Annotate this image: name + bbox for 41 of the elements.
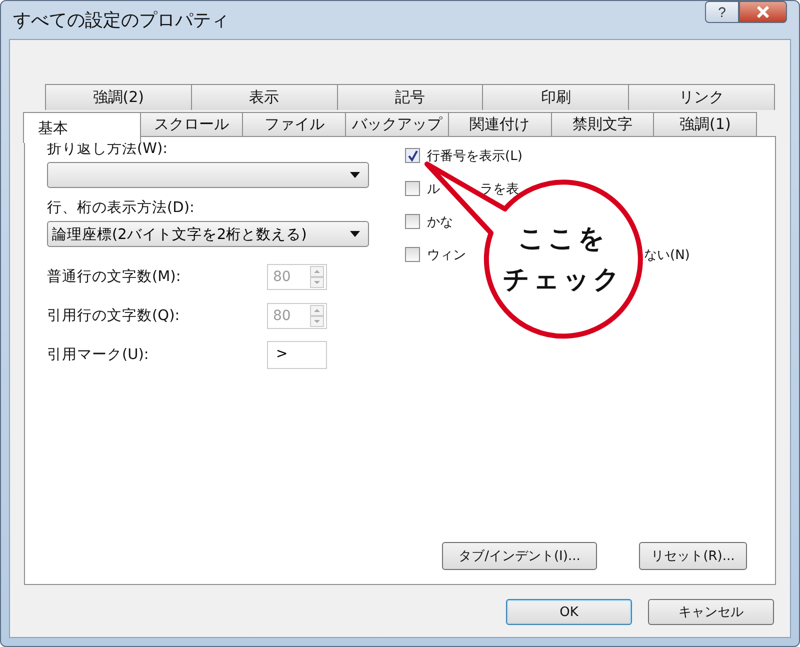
- tab[interactable]: 表示: [190, 84, 338, 110]
- checkbox-label: かな: [427, 214, 453, 230]
- field-label: 行、桁の表示方法(D):: [47, 198, 196, 217]
- checkbox[interactable]: [405, 148, 420, 163]
- tab[interactable]: スクロール: [140, 112, 244, 136]
- callout-text: ここを: [518, 223, 608, 256]
- help-button[interactable]: ?: [705, 1, 739, 23]
- tab[interactable]: バックアップ: [345, 112, 449, 136]
- field-label: 引用行の文字数(Q):: [47, 306, 181, 325]
- tab[interactable]: 関連付け: [448, 112, 552, 136]
- dropdown-arrow-icon: [350, 172, 360, 178]
- panel-button[interactable]: リセット(R)...: [639, 542, 747, 570]
- window-title: すべての設定のプロパティ: [13, 9, 229, 32]
- checkbox-label: ラを表: [480, 180, 519, 198]
- checkbox-label: ル: [427, 180, 440, 198]
- field-label: 引用マーク(U):: [47, 346, 150, 364]
- checkbox-label: ない(N): [644, 246, 690, 264]
- dialog-button[interactable]: OK: [506, 599, 632, 625]
- checkbox-label: 行番号を表示(L): [427, 148, 522, 164]
- dialog-button[interactable]: キャンセル: [648, 599, 774, 625]
- tab[interactable]: リンク: [628, 84, 775, 110]
- input-field[interactable]: >: [267, 340, 327, 368]
- field-label: 普通行の文字数(M):: [47, 268, 182, 286]
- dropdown[interactable]: 論理座標(2バイト文字を2桁と数える): [47, 221, 369, 247]
- close-button[interactable]: [739, 1, 787, 23]
- panel-button[interactable]: タブ/インデント(I)...: [442, 542, 597, 570]
- tab[interactable]: 基本: [23, 112, 141, 143]
- checkbox-label: ウィン: [427, 246, 466, 264]
- tab[interactable]: 記号: [336, 84, 484, 110]
- checkbox[interactable]: [405, 214, 420, 229]
- dropdown-arrow-icon: [350, 231, 360, 237]
- tab[interactable]: 強調(1): [653, 112, 758, 136]
- dropdown[interactable]: [47, 162, 369, 188]
- tab[interactable]: 印刷: [482, 84, 630, 110]
- tab[interactable]: 禁則文字: [550, 112, 654, 136]
- callout-text: チェック: [503, 264, 623, 297]
- close-icon: [756, 6, 770, 18]
- tab[interactable]: ファイル: [242, 112, 346, 136]
- checkbox[interactable]: [405, 247, 420, 262]
- checkbox[interactable]: [405, 181, 420, 196]
- tab[interactable]: 強調(2): [45, 84, 192, 110]
